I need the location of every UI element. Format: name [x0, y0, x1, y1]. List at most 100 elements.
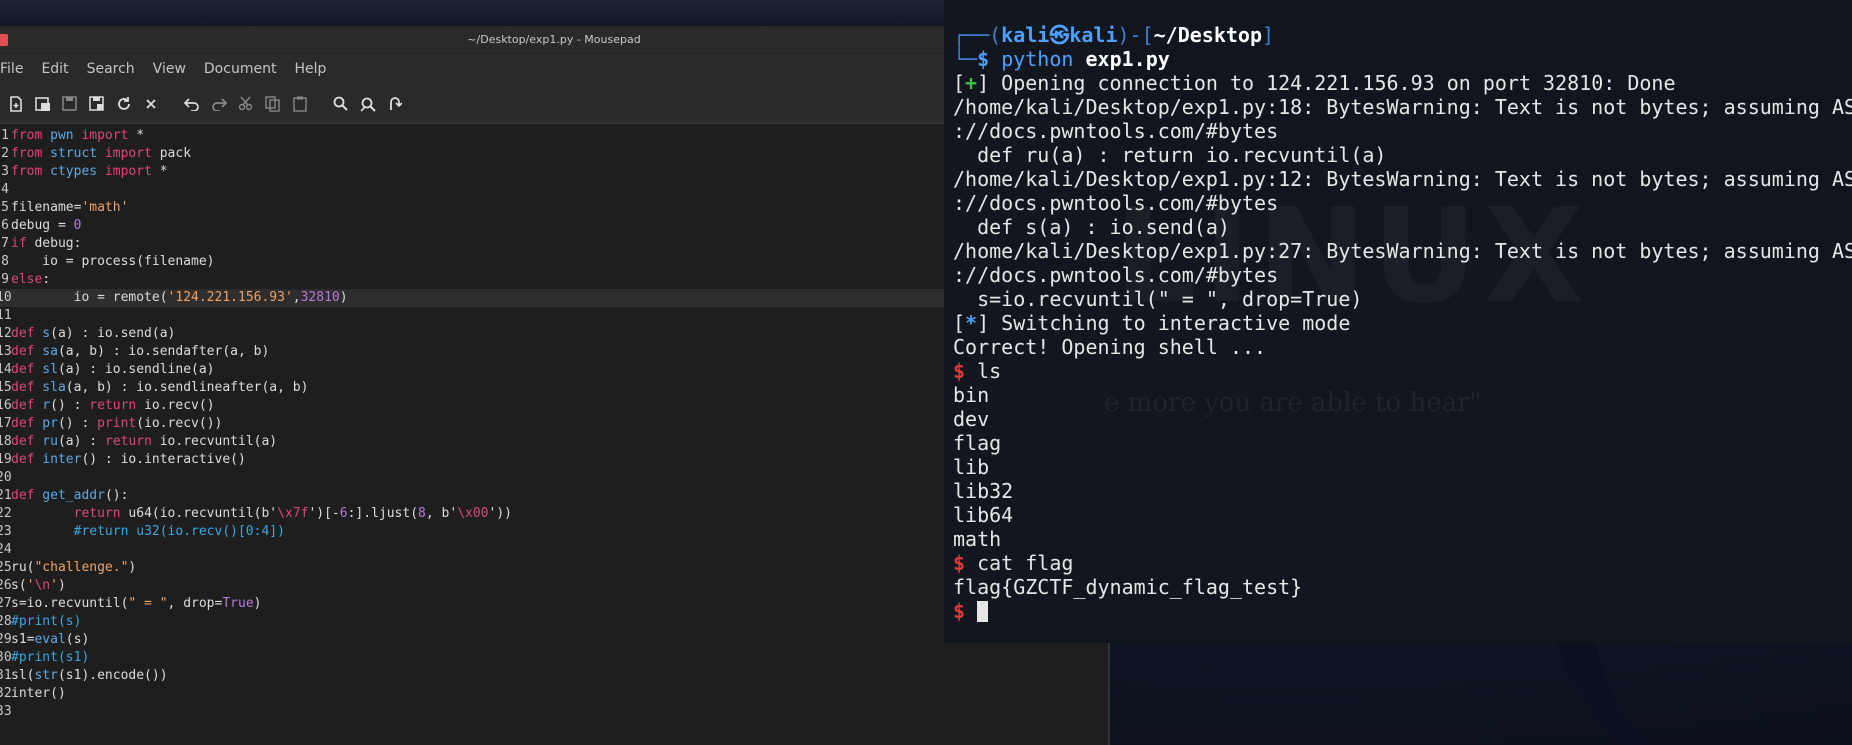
line-number: 31	[0, 668, 12, 683]
terminal-line: lib64	[944, 503, 1852, 527]
terminal-cursor[interactable]	[977, 601, 989, 622]
code-line[interactable]: 26s('\n')	[0, 577, 1108, 595]
terminal-line: s=io.recvuntil(" = ", drop=True)	[944, 287, 1852, 311]
terminal-line: /home/kali/Desktop/exp1.py:18: BytesWarn…	[944, 95, 1852, 119]
undo-icon[interactable]	[178, 90, 205, 118]
code-token: \x7f	[277, 506, 309, 521]
code-line[interactable]: 15def sla(a, b) : io.sendlineafter(a, b)	[0, 379, 1108, 397]
window-title: ~/Desktop/exp1.py - Mousepad	[467, 33, 641, 46]
menu-view[interactable]: View	[153, 61, 186, 77]
code-line[interactable]: 5 filename='math'	[0, 199, 1108, 217]
terminal-line: bin	[944, 383, 1852, 407]
code-line[interactable]: 20	[0, 469, 1108, 487]
line-number: 27	[0, 596, 12, 611]
terminal-text: Correct! Opening shell ...	[953, 335, 1267, 359]
terminal-window[interactable]: LINUX e more you are able to hear" ┌──(k…	[944, 0, 1852, 643]
code-token: return	[89, 398, 137, 413]
paste-icon[interactable]	[286, 90, 313, 118]
code-line[interactable]: 23 #return u32(io.recv()[0:4])	[0, 523, 1108, 541]
terminal-text: flag{GZCTF_dynamic_flag_test}	[953, 575, 1303, 599]
code-line[interactable]: 28#print(s)	[0, 613, 1108, 631]
new-file-icon[interactable]	[2, 90, 29, 118]
cut-icon[interactable]	[232, 90, 259, 118]
code-token: return	[73, 506, 121, 521]
code-line[interactable]: 17def pr() : print(io.recv())	[0, 415, 1108, 433]
code-line[interactable]: 9 else:	[0, 271, 1108, 289]
close-icon[interactable]	[137, 90, 164, 118]
code-line[interactable]: 7 if debug:	[0, 235, 1108, 253]
code-line[interactable]: 6 debug = 0	[0, 217, 1108, 235]
code-line[interactable]: 14def sl(a) : io.sendline(a)	[0, 361, 1108, 379]
code-line[interactable]: 19def inter() : io.interactive()	[0, 451, 1108, 469]
code-line[interactable]: 25ru("challenge.")	[0, 559, 1108, 577]
copy-icon[interactable]	[259, 90, 286, 118]
code-line[interactable]: 21def get_addr():	[0, 487, 1108, 505]
terminal-line: $ cat flag	[944, 551, 1852, 575]
terminal-line: flag	[944, 431, 1852, 455]
code-line[interactable]: 24	[0, 541, 1108, 559]
line-number: 33	[0, 704, 12, 719]
code-editor[interactable]: 1 from pwn import * 2 from struct import pa…	[0, 124, 1108, 744]
code-line[interactable]: 8 io = process(filename)	[0, 253, 1108, 271]
code-token: pwn	[42, 128, 74, 143]
new-window-icon[interactable]	[29, 90, 56, 118]
code-line[interactable]: 3 from ctypes import *	[0, 163, 1108, 181]
terminal-text: math	[953, 527, 1002, 551]
code-line[interactable]: 30#print(s1)	[0, 649, 1108, 667]
line-number: 19	[0, 452, 12, 467]
code-line[interactable]: 10 io = remote('124.221.156.93',32810)	[0, 289, 1108, 307]
terminal-line: def ru(a) : return io.recvuntil(a)	[944, 143, 1852, 167]
terminal-line: flag{GZCTF_dynamic_flag_test}	[944, 575, 1852, 599]
code-line[interactable]: 22 return u64(io.recvuntil(b'\x7f')[-6:]…	[0, 505, 1108, 523]
code-token: from	[11, 128, 43, 143]
find-icon[interactable]	[327, 90, 354, 118]
line-number: 32	[0, 686, 12, 701]
code-line[interactable]: 31sl(str(s1).encode())	[0, 667, 1108, 685]
code-line[interactable]: 13def sa(a, b) : io.sendafter(a, b)	[0, 343, 1108, 361]
menu-search[interactable]: Search	[87, 61, 135, 77]
redo-icon[interactable]	[205, 90, 232, 118]
menu-document[interactable]: Document	[204, 61, 277, 77]
line-number: 22	[0, 506, 12, 521]
line-number: 18	[0, 434, 12, 449]
menu-file[interactable]: File	[0, 61, 23, 77]
terminal-text: Opening connection to 124.221.156.93 on …	[989, 71, 1676, 95]
goto-line-icon[interactable]	[381, 90, 408, 118]
terminal-text: cat flag	[965, 551, 1074, 575]
code-line[interactable]: 16def r() : return io.recv()	[0, 397, 1108, 415]
code-line[interactable]: 2 from struct import pack	[0, 145, 1108, 163]
code-line[interactable]: 12def s(a) : io.send(a)	[0, 325, 1108, 343]
code-token: ru(	[11, 560, 35, 575]
find-replace-icon[interactable]	[354, 90, 381, 118]
line-number: 2	[1, 146, 9, 161]
code-line[interactable]: 33	[0, 703, 1108, 721]
code-token: '	[50, 578, 58, 593]
code-line[interactable]: 32inter()	[0, 685, 1108, 703]
code-line[interactable]: 11	[0, 307, 1108, 325]
code-line[interactable]: 1 from pwn import *	[0, 127, 1108, 145]
reload-icon[interactable]	[110, 90, 137, 118]
save-icon[interactable]	[56, 90, 83, 118]
editor-titlebar[interactable]: ~/Desktop/exp1.py - Mousepad	[0, 26, 1108, 54]
code-line[interactable]: 27s=io.recvuntil(" = ", drop=True)	[0, 595, 1108, 613]
code-token: '))	[488, 506, 512, 521]
code-token: #print(s)	[11, 614, 82, 629]
code-token: "challenge."	[34, 560, 129, 575]
code-token: from	[11, 146, 43, 161]
code-token: (a) : io.send(a)	[50, 326, 176, 341]
save-as-icon[interactable]	[83, 90, 110, 118]
code-token: def	[11, 362, 35, 377]
code-token: pack	[151, 146, 192, 161]
code-token: ')[-	[308, 506, 340, 521]
terminal-line: dev	[944, 407, 1852, 431]
code-token: ():	[104, 488, 129, 503]
menu-help[interactable]: Help	[294, 61, 326, 77]
code-line[interactable]: 4	[0, 181, 1108, 199]
menu-edit[interactable]: Edit	[41, 61, 68, 77]
code-line[interactable]: 29s1=eval(s)	[0, 631, 1108, 649]
code-token: )	[253, 596, 262, 611]
code-line[interactable]: 18def ru(a) : return io.recvuntil(a)	[0, 433, 1108, 451]
